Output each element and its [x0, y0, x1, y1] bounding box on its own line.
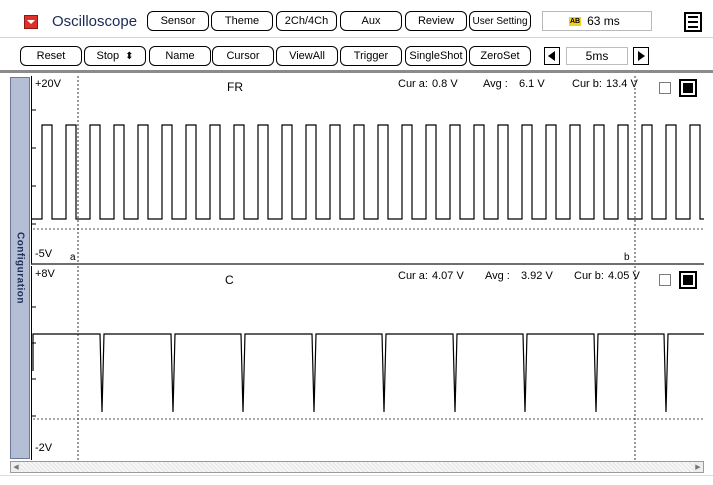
user-setting-button[interactable]: User Setting — [469, 11, 531, 31]
channel-2-checkbox[interactable] — [659, 274, 671, 286]
configuration-tab[interactable]: Configuration — [10, 77, 30, 459]
configuration-label: Configuration — [14, 231, 26, 305]
channel-2-stop-icon[interactable] — [679, 271, 697, 289]
aux-button[interactable]: Aux — [340, 11, 402, 31]
triangle-right-icon — [638, 51, 645, 61]
channel-1-name[interactable]: FR — [227, 80, 243, 94]
stop-button-label: Stop — [96, 50, 120, 62]
stop-button[interactable]: Stop ⬍ — [84, 46, 146, 66]
reset-button[interactable]: Reset — [20, 46, 82, 66]
trigger-button[interactable]: Trigger — [340, 46, 402, 66]
timebase-increase-button[interactable] — [633, 47, 649, 65]
channel-1-cur-a-label: Cur a: — [398, 78, 428, 90]
cursor-a-marker: a — [70, 252, 76, 263]
hamburger-menu-icon[interactable] — [684, 12, 702, 32]
cursor-button[interactable]: Cursor — [212, 46, 274, 66]
channel-1-checkbox[interactable] — [659, 82, 671, 94]
theme-button[interactable]: Theme — [211, 11, 273, 31]
channel-mode-button[interactable]: 2Ch/4Ch — [276, 11, 337, 31]
channel-2-name[interactable]: C — [225, 273, 234, 287]
scroll-right-icon[interactable]: ▶ — [693, 462, 703, 472]
channel-1-cur-b-value: 13.4 V — [606, 78, 638, 90]
name-button[interactable]: Name — [149, 46, 211, 66]
channel-1-avg-label: Avg : — [483, 78, 508, 90]
sensor-button[interactable]: Sensor — [147, 11, 209, 31]
horizontal-scrollbar[interactable]: ◀ ▶ — [10, 461, 704, 473]
channel-1-ymax-label: +20V — [35, 78, 61, 90]
channel-2-waveform — [32, 333, 704, 413]
spinner-icon: ⬍ — [125, 50, 134, 62]
bottom-divider — [0, 475, 713, 476]
sample-rate-icon: AB — [569, 16, 582, 26]
review-button[interactable]: Review — [405, 11, 467, 31]
sample-rate-display: AB 63 ms — [542, 11, 652, 31]
toolbar-divider — [0, 70, 713, 73]
channel-2-cur-b-value: 4.05 V — [608, 270, 640, 282]
channel-2-ymin-label: -2V — [35, 442, 53, 454]
channel-2-cur-a-label: Cur a: — [398, 270, 428, 282]
channel-2-cur-b-label: Cur b: — [574, 270, 604, 282]
channel-1-cur-b-label: Cur b: — [572, 78, 602, 90]
app-menu-button[interactable] — [24, 15, 38, 29]
viewall-button[interactable]: ViewAll — [276, 46, 338, 66]
channel-2-ymax-label: +8V — [35, 268, 55, 280]
channel-1-waveform — [32, 124, 704, 220]
header-divider — [0, 37, 713, 38]
channel-1-ymin-label: -5V — [35, 248, 53, 260]
app-title: Oscilloscope — [52, 13, 138, 30]
scroll-left-icon[interactable]: ◀ — [11, 462, 21, 472]
channel-1-cur-a-value: 0.8 V — [432, 78, 458, 90]
zeroset-button[interactable]: ZeroSet — [469, 46, 531, 66]
singleshot-button[interactable]: SingleShot — [405, 46, 467, 66]
timebase-value: 5ms — [566, 47, 628, 65]
sample-rate-value: 63 ms — [587, 14, 620, 28]
channel-1-trace-plot — [32, 76, 704, 263]
channel-1-panel[interactable]: +20V -5V a b FR Cur a: 0.8 V Avg : 6.1 V… — [31, 76, 704, 265]
channel-2-cur-a-value: 4.07 V — [432, 270, 464, 282]
channel-1-ticks — [32, 109, 36, 225]
channel-2-panel[interactable]: +8V -2V C Cur a: 4.07 V Avg : 3.92 V Cur… — [31, 266, 704, 460]
cursor-b-marker: b — [624, 252, 630, 263]
channel-2-avg-label: Avg : — [485, 270, 510, 282]
triangle-left-icon — [548, 51, 555, 61]
channel-1-stop-icon[interactable] — [679, 79, 697, 97]
channel-1-avg-value: 6.1 V — [519, 78, 545, 90]
dropdown-icon — [27, 20, 35, 24]
channel-2-trace-plot — [32, 266, 704, 460]
channel-2-avg-value: 3.92 V — [521, 270, 553, 282]
timebase-decrease-button[interactable] — [544, 47, 560, 65]
